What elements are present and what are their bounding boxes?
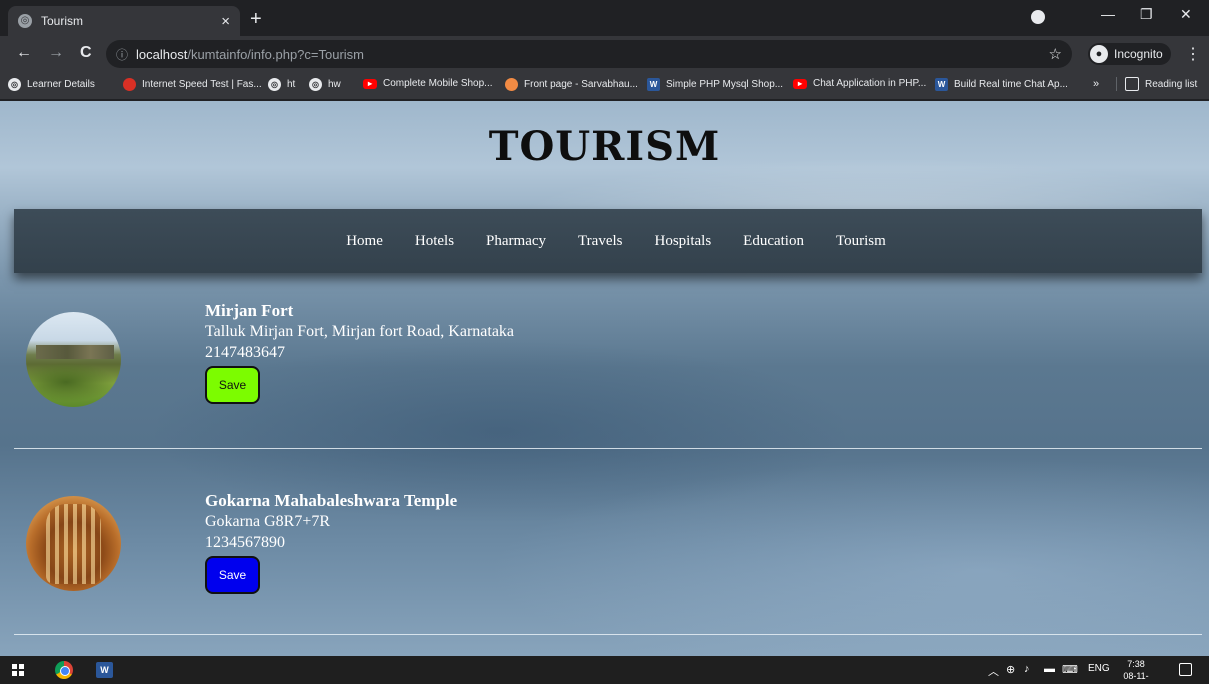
word-icon: W <box>647 78 660 91</box>
nav-tourism[interactable]: Tourism <box>836 233 886 250</box>
url-path: /kumtainfo/info.php?c=Tourism <box>187 46 365 62</box>
more-bookmarks-icon[interactable]: » <box>1093 78 1099 90</box>
nav-hotels[interactable]: Hotels <box>415 233 454 250</box>
bookmark-item[interactable]: Front page - Sarvabhau... <box>505 78 638 91</box>
globe-icon: ◎ <box>309 78 322 91</box>
youtube-icon: ▸ <box>793 78 807 89</box>
address-bar[interactable]: ⓘ localhost/kumtainfo/info.php?c=Tourism… <box>106 40 1072 68</box>
youtube-icon: ▸ <box>363 78 377 89</box>
back-icon[interactable]: ← <box>16 44 32 62</box>
clock-date: 08-11-2021 <box>1123 671 1149 684</box>
place-name: Gokarna Mahabaleshwara Temple <box>205 491 458 510</box>
bookmarks-bar: ◎ Learner Details Internet Speed Test | F… <box>0 72 1209 100</box>
tab-close-icon[interactable]: × <box>221 13 230 30</box>
globe-icon: ◎ <box>268 78 281 91</box>
reload-icon[interactable]: C <box>80 44 92 62</box>
place-address: Talluk Mirjan Fort, Mirjan fort Road, Ka… <box>205 323 515 340</box>
bookmark-item[interactable]: ◎ ht <box>268 78 295 91</box>
word-icon[interactable]: W <box>96 662 113 678</box>
listing-info: Mirjan Fort Talluk Mirjan Fort, Mirjan f… <box>205 300 514 404</box>
word-icon: W <box>935 78 948 91</box>
reading-list-button[interactable]: Reading list <box>1116 77 1197 91</box>
browser-menu-icon[interactable]: ⋮ <box>1185 44 1201 64</box>
keyboard-icon[interactable]: ⌨ <box>1062 663 1078 676</box>
site-title: TOURISM <box>488 123 721 170</box>
nav-travels[interactable]: Travels <box>578 233 622 250</box>
bookmark-item[interactable]: ▸ Complete Mobile Shop... <box>363 78 493 89</box>
bookmark-item[interactable]: Internet Speed Test | Fas... <box>123 78 262 91</box>
network-icon[interactable]: ⊕ <box>1006 663 1015 676</box>
profile-dropdown-icon[interactable] <box>1031 10 1045 24</box>
place-phone: 1234567890 <box>205 534 285 551</box>
notifications-icon[interactable] <box>1179 663 1192 676</box>
bookmark-item[interactable]: W Build Real time Chat Ap... <box>935 78 1068 91</box>
reading-list-icon <box>1125 77 1139 91</box>
nav-hospitals[interactable]: Hospitals <box>654 233 711 250</box>
bookmark-item[interactable]: W Simple PHP Mysql Shop... <box>647 78 783 91</box>
taskbar-clock[interactable]: 7:38 08-11-2021 <box>1116 658 1156 684</box>
globe-icon: ◎ <box>8 78 21 91</box>
nav-education[interactable]: Education <box>743 233 804 250</box>
incognito-badge[interactable]: ● Incognito <box>1088 43 1171 65</box>
place-address: Gokarna G8R7+7R <box>205 513 331 530</box>
listing-item: Mirjan Fort Talluk Mirjan Fort, Mirjan f… <box>14 284 1202 449</box>
windows-taskbar: W ︿ ⊕ ♪ ▬ ⌨ ENG 7:38 08-11-2021 <box>0 656 1209 684</box>
tab-strip: ◎ Tourism × + — ❐ ✕ <box>0 0 1209 36</box>
browser-toolbar: ← → C ⓘ localhost/kumtainfo/info.php?c=T… <box>0 36 1209 72</box>
clock-time: 7:38 <box>1127 659 1145 669</box>
place-name: Mirjan Fort <box>205 301 294 320</box>
window-close-icon[interactable]: ✕ <box>1180 6 1192 23</box>
site-info-icon[interactable]: ⓘ <box>116 46 128 63</box>
battery-icon[interactable]: ▬ <box>1044 663 1055 675</box>
nav-pharmacy[interactable]: Pharmacy <box>486 233 546 250</box>
new-tab-icon[interactable]: + <box>250 8 262 31</box>
tab-title: Tourism <box>41 14 84 28</box>
page-content: TOURISM Home Hotels Pharmacy Travels Hos… <box>0 101 1209 656</box>
restore-icon[interactable]: ❐ <box>1140 6 1153 23</box>
listing-info: Gokarna Mahabaleshwara Temple Gokarna G8… <box>205 490 457 594</box>
bookmark-item[interactable]: ▸ Chat Application in PHP... <box>793 78 926 89</box>
site-navbar: Home Hotels Pharmacy Travels Hospitals E… <box>14 209 1202 273</box>
save-button[interactable]: Save <box>205 556 260 594</box>
browser-tab[interactable]: ◎ Tourism × <box>8 6 240 36</box>
orange-icon <box>505 78 518 91</box>
place-phone: 2147483647 <box>205 344 285 361</box>
forward-icon[interactable]: → <box>48 44 64 62</box>
chrome-icon[interactable] <box>55 661 73 679</box>
incognito-label: Incognito <box>1114 47 1163 61</box>
speedtest-icon <box>123 78 136 91</box>
incognito-icon: ● <box>1090 45 1108 63</box>
place-photo <box>26 496 121 591</box>
minimize-icon[interactable]: — <box>1101 6 1115 22</box>
listing-item: Gokarna Mahabaleshwara Temple Gokarna G8… <box>14 470 1202 635</box>
place-photo <box>26 312 121 407</box>
language-indicator[interactable]: ENG <box>1088 663 1110 674</box>
bookmark-item[interactable]: ◎ Learner Details <box>8 78 95 91</box>
volume-icon[interactable]: ♪ <box>1024 663 1030 675</box>
bookmark-item[interactable]: ◎ hw <box>309 78 341 91</box>
url-host: localhost <box>136 46 188 62</box>
bookmark-star-icon[interactable]: ☆ <box>1049 45 1062 63</box>
windows-start-icon[interactable] <box>12 664 24 676</box>
globe-icon: ◎ <box>18 14 32 28</box>
nav-home[interactable]: Home <box>346 233 383 250</box>
tray-chevron-icon[interactable]: ︿ <box>988 663 999 679</box>
save-button[interactable]: Save <box>205 366 260 404</box>
